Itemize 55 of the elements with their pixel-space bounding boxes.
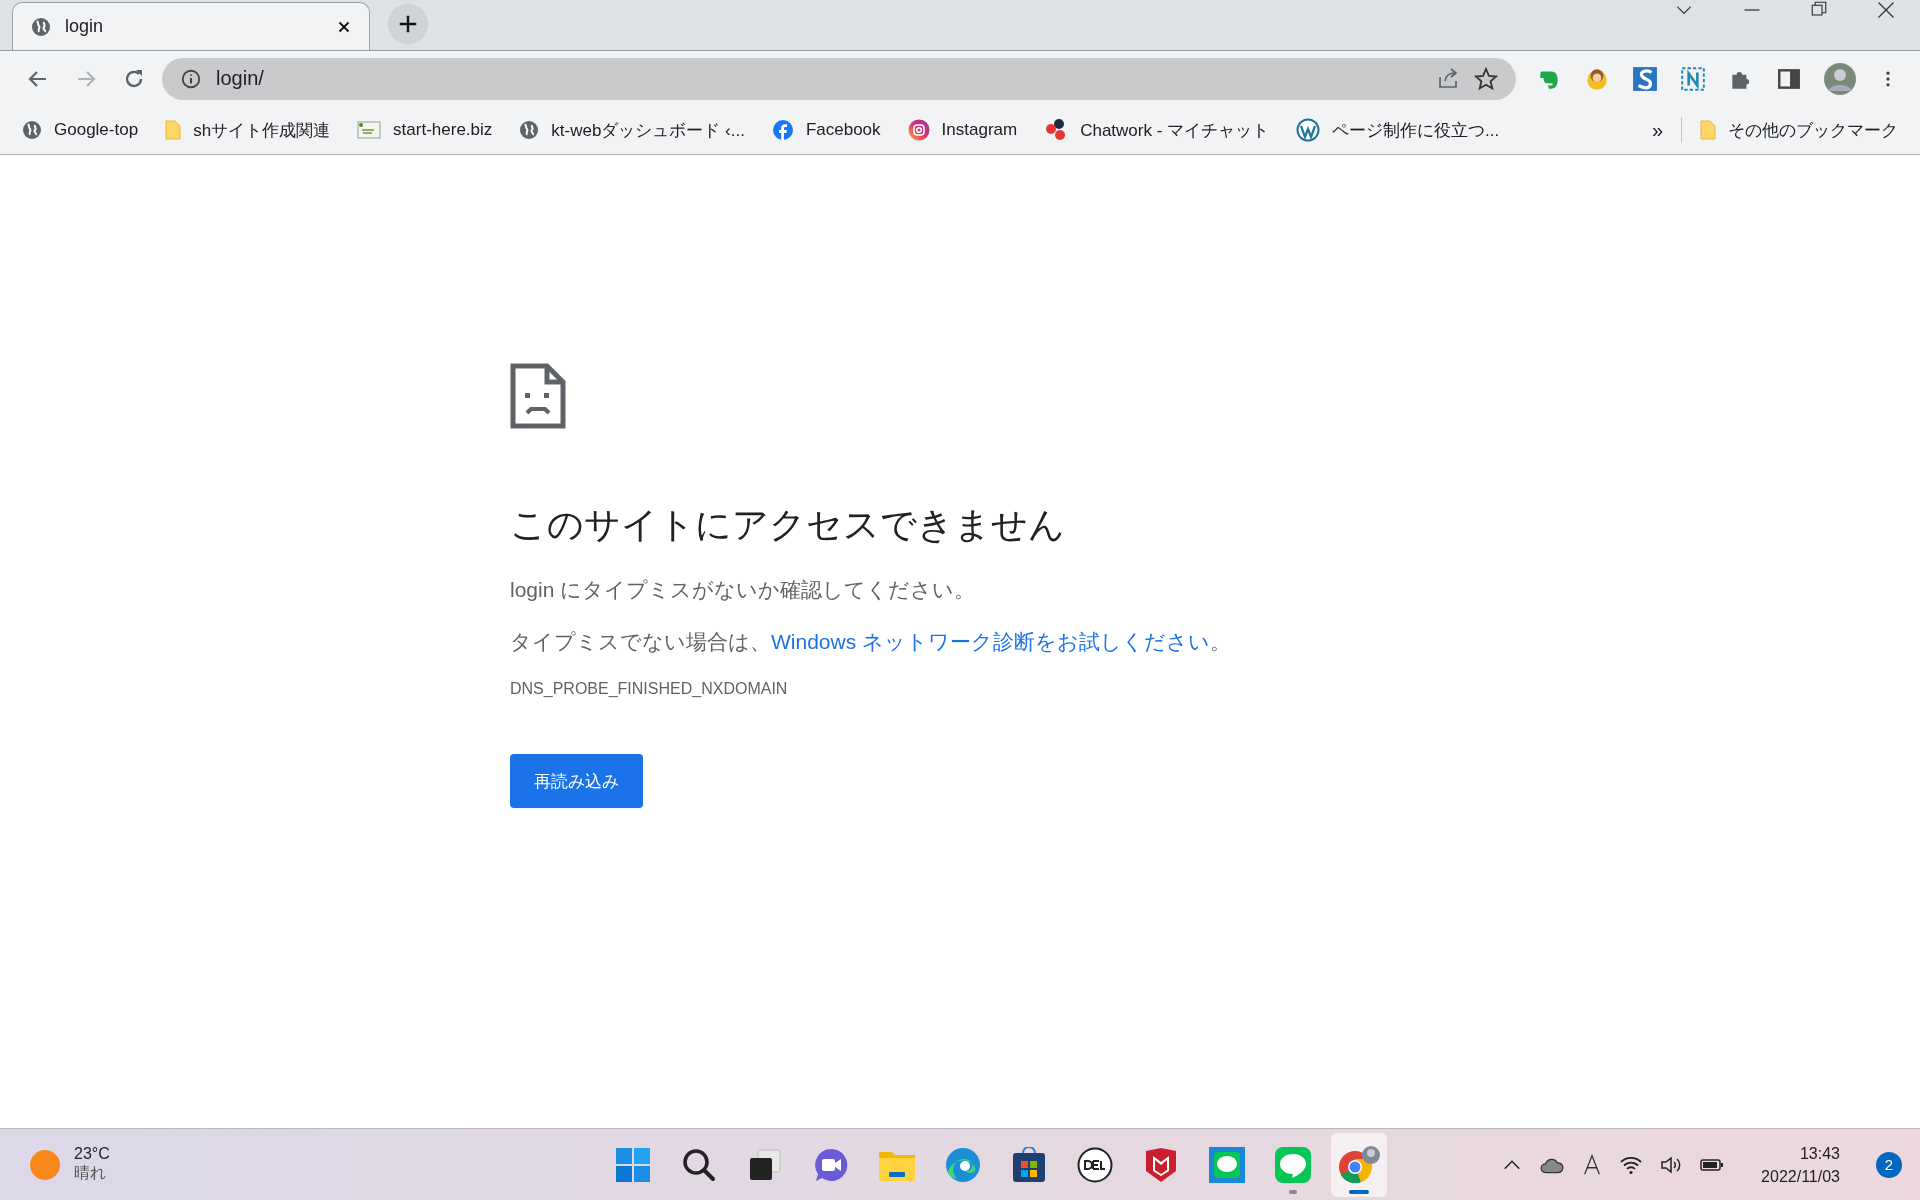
- chat-icon[interactable]: [813, 1146, 849, 1183]
- running-indicator: [1289, 1189, 1297, 1194]
- bookmarks-overflow-button[interactable]: »: [1651, 118, 1663, 142]
- facebook-icon: [771, 119, 794, 141]
- plus-icon[interactable]: [397, 13, 419, 35]
- network-diagnostics-link[interactable]: Windows ネットワーク診断をお試しください: [771, 630, 1211, 653]
- sad-page-icon: [510, 363, 566, 429]
- globe-icon: [31, 16, 51, 37]
- folder-icon: [1700, 120, 1716, 140]
- address-bar[interactable]: login/: [162, 57, 1516, 100]
- error-suggestion: タイプミスでない場合は、Windows ネットワーク診断をお試しください。: [510, 629, 1233, 655]
- close-icon[interactable]: [1876, 0, 1896, 20]
- share-icon[interactable]: [1436, 66, 1460, 91]
- bookmark[interactable]: ページ制作に役立つ...: [1296, 118, 1500, 142]
- reload-button[interactable]: 再読み込み: [510, 754, 643, 808]
- bookmark[interactable]: Google-top: [22, 120, 139, 140]
- chrome-profile-icon[interactable]: [1337, 1144, 1381, 1185]
- search-icon[interactable]: [682, 1147, 716, 1182]
- error-heading: このサイトにアクセスできません: [510, 503, 1066, 547]
- running-indicator: [1349, 1189, 1369, 1194]
- notification-count[interactable]: 2: [1876, 1151, 1902, 1178]
- avatar-icon[interactable]: [1824, 62, 1856, 95]
- weather-condition[interactable]: 晴れ: [74, 1163, 110, 1184]
- folder-icon: [165, 120, 182, 140]
- globe-icon: [22, 120, 42, 140]
- shield-icon[interactable]: [1144, 1146, 1178, 1183]
- bookmark[interactable]: Facebook: [771, 119, 881, 141]
- globe-icon: [519, 120, 540, 140]
- chat-bubble-app-icon[interactable]: [1209, 1146, 1245, 1183]
- weather-temperature[interactable]: 23°C: [74, 1145, 110, 1163]
- browser-wave-icon[interactable]: [945, 1146, 981, 1183]
- bookmark[interactable]: Instagram: [907, 119, 1018, 141]
- info-icon[interactable]: [180, 67, 202, 90]
- instagram-icon: [907, 119, 930, 141]
- bookmark[interactable]: Chatwork - マイチャット: [1044, 118, 1270, 142]
- new-tab-button[interactable]: [388, 4, 428, 44]
- restore-icon[interactable]: [1810, 0, 1828, 18]
- task-view-icon[interactable]: [748, 1147, 782, 1182]
- error-message: login にタイプミスがないか確認してください。: [510, 577, 977, 603]
- bookmark[interactable]: kt-webダッシュボード ‹...: [519, 118, 745, 142]
- bookmark[interactable]: start-here.biz: [357, 120, 493, 140]
- store-bag-icon[interactable]: [1011, 1146, 1047, 1183]
- clock-date[interactable]: 2022/11/03: [1761, 1164, 1840, 1188]
- error-code: DNS_PROBE_FINISHED_NXDOMAIN: [510, 680, 789, 698]
- other-bookmarks-folder[interactable]: その他のブックマーク: [1700, 118, 1898, 142]
- windows-start-icon[interactable]: [615, 1146, 651, 1183]
- n-letter-icon[interactable]: [1680, 65, 1706, 92]
- browser-tab[interactable]: login: [12, 2, 370, 50]
- clock-time[interactable]: 13:43: [1761, 1141, 1840, 1165]
- wordpress-icon: [1296, 118, 1321, 142]
- star-icon[interactable]: [1474, 66, 1498, 91]
- site-thumbnail-icon: [357, 120, 382, 140]
- circle-logo-icon[interactable]: [1077, 1146, 1113, 1183]
- s-letter-icon[interactable]: [1632, 65, 1658, 92]
- bookmark[interactable]: shサイト作成関連: [165, 118, 331, 142]
